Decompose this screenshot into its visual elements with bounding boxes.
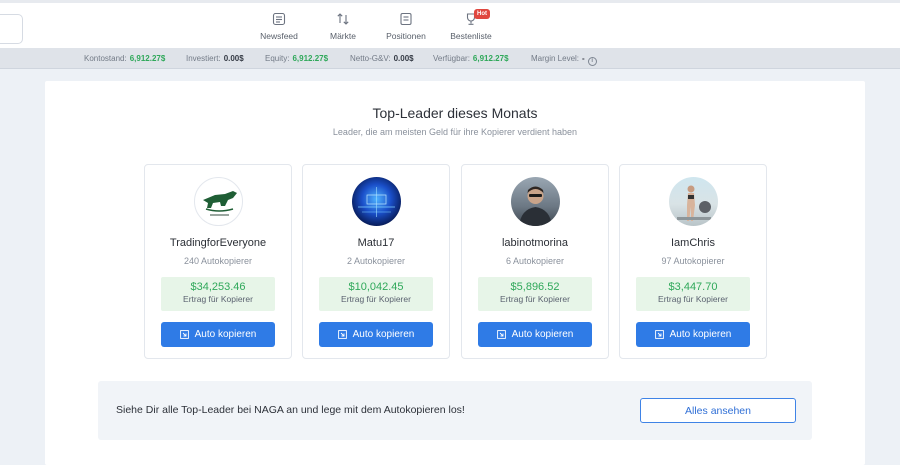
- leader-card[interactable]: Matu17 2 Autokopierer $10,042.45 Ertrag …: [302, 164, 450, 359]
- leader-name[interactable]: Matu17: [303, 237, 449, 249]
- stat-available: Verfügbar: 6,912.27$: [433, 54, 509, 63]
- profit-value: $5,896.52: [510, 281, 560, 293]
- person-photo-icon: [519, 186, 552, 226]
- markets-icon: [337, 13, 349, 25]
- profit-label: Ertrag für Kopierer: [183, 294, 253, 304]
- see-all-button[interactable]: Alles ansehen: [640, 398, 796, 423]
- top-navigation-bar: Newsfeed Märkte Positionen Hot Bestenlis…: [0, 0, 900, 48]
- leader-card[interactable]: IamChris 97 Autokopierer $3,447.70 Ertra…: [619, 164, 767, 359]
- invested-value: 0.00$: [223, 54, 244, 63]
- profit-label: Ertrag für Kopierer: [500, 294, 570, 304]
- avatar: [669, 177, 718, 226]
- account-stats-bar: Kontostand: 6,912.27$ Investiert: 0.00$ Eq…: [0, 48, 900, 69]
- copiers-count: 2 Autokopierer: [346, 256, 406, 266]
- avatar: [352, 177, 401, 226]
- copiers-count: 97 Autokopierer: [661, 256, 725, 266]
- margin-level-value: -: [582, 54, 585, 63]
- nav-positions-label: Positionen: [386, 31, 426, 41]
- available-value: 6,912.27$: [472, 54, 509, 63]
- auto-copy-button[interactable]: Auto kopieren: [319, 322, 433, 347]
- nav-markets-label: Märkte: [330, 31, 356, 41]
- auto-copy-button[interactable]: Auto kopieren: [161, 322, 275, 347]
- leader-name[interactable]: IamChris: [620, 237, 766, 249]
- leader-card[interactable]: labinotmorina 6 Autokopierer $5,896.52 E…: [461, 164, 609, 359]
- copy-icon: [654, 330, 664, 339]
- search-box[interactable]: [0, 14, 23, 44]
- leader-name[interactable]: TradingforEveryone: [145, 237, 291, 249]
- top-leaders-panel: Top-Leader dieses Monats Leader, die am …: [45, 81, 865, 465]
- profit-value: $34,253.46: [190, 281, 246, 293]
- person-photo-icon: [677, 185, 711, 221]
- stat-margin-level: Margin Level: - i: [531, 54, 597, 66]
- avatar-pattern: [358, 187, 395, 217]
- profit-label: Ertrag für Kopierer: [341, 294, 411, 304]
- copy-icon: [496, 330, 506, 339]
- stat-equity: Equity: 6,912.27$: [265, 54, 329, 63]
- profit-value: $10,042.45: [348, 281, 404, 293]
- copiers-count: 6 Autokopierer: [505, 256, 565, 266]
- equity-value: 6,912.27$: [292, 54, 329, 63]
- page-title: Top-Leader dieses Monats: [372, 105, 538, 121]
- net-pl-value: 0.00$: [393, 54, 414, 63]
- hot-badge: Hot: [474, 9, 490, 19]
- stat-net-pl: Netto-G&V: 0.00$: [350, 54, 414, 63]
- profit-box: $34,253.46 Ertrag für Kopierer: [161, 277, 275, 311]
- copiers-count: 240 Autokopierer: [183, 256, 253, 266]
- copy-icon: [179, 330, 189, 339]
- page-subtitle: Leader, die am meisten Geld für ihre Kop…: [332, 127, 578, 137]
- leader-name[interactable]: labinotmorina: [462, 237, 608, 249]
- avatar: [511, 177, 560, 226]
- auto-copy-button[interactable]: Auto kopieren: [478, 322, 592, 347]
- positions-icon: [400, 12, 412, 26]
- nav-newsfeed-label: Newsfeed: [260, 31, 298, 41]
- balance-value: 6,912.27$: [129, 54, 166, 63]
- nav-leaderboard[interactable]: Hot Bestenliste: [431, 9, 511, 41]
- profit-box: $10,042.45 Ertrag für Kopierer: [319, 277, 433, 311]
- leader-card[interactable]: TradingforEveryone 240 Autokopierer $34,…: [144, 164, 292, 359]
- profit-box: $3,447.70 Ertrag für Kopierer: [636, 277, 750, 311]
- auto-copy-button[interactable]: Auto kopieren: [636, 322, 750, 347]
- stat-balance: Kontostand: 6,912.27$: [84, 54, 166, 63]
- bull-logo-icon: [203, 191, 237, 216]
- profit-value: $3,447.70: [668, 281, 718, 293]
- profit-label: Ertrag für Kopierer: [658, 294, 728, 304]
- see-all-banner: Siehe Dir alle Top-Leader bei NAGA an un…: [98, 381, 812, 440]
- profit-box: $5,896.52 Ertrag für Kopierer: [478, 277, 592, 311]
- avatar: [194, 177, 243, 226]
- newsfeed-icon: [272, 12, 286, 26]
- copy-icon: [337, 330, 347, 339]
- info-icon[interactable]: i: [587, 57, 597, 66]
- banner-text: Siehe Dir alle Top-Leader bei NAGA an un…: [116, 404, 465, 416]
- nav-leaderboard-label: Bestenliste: [450, 31, 492, 41]
- stat-invested: Investiert: 0.00$: [186, 54, 244, 63]
